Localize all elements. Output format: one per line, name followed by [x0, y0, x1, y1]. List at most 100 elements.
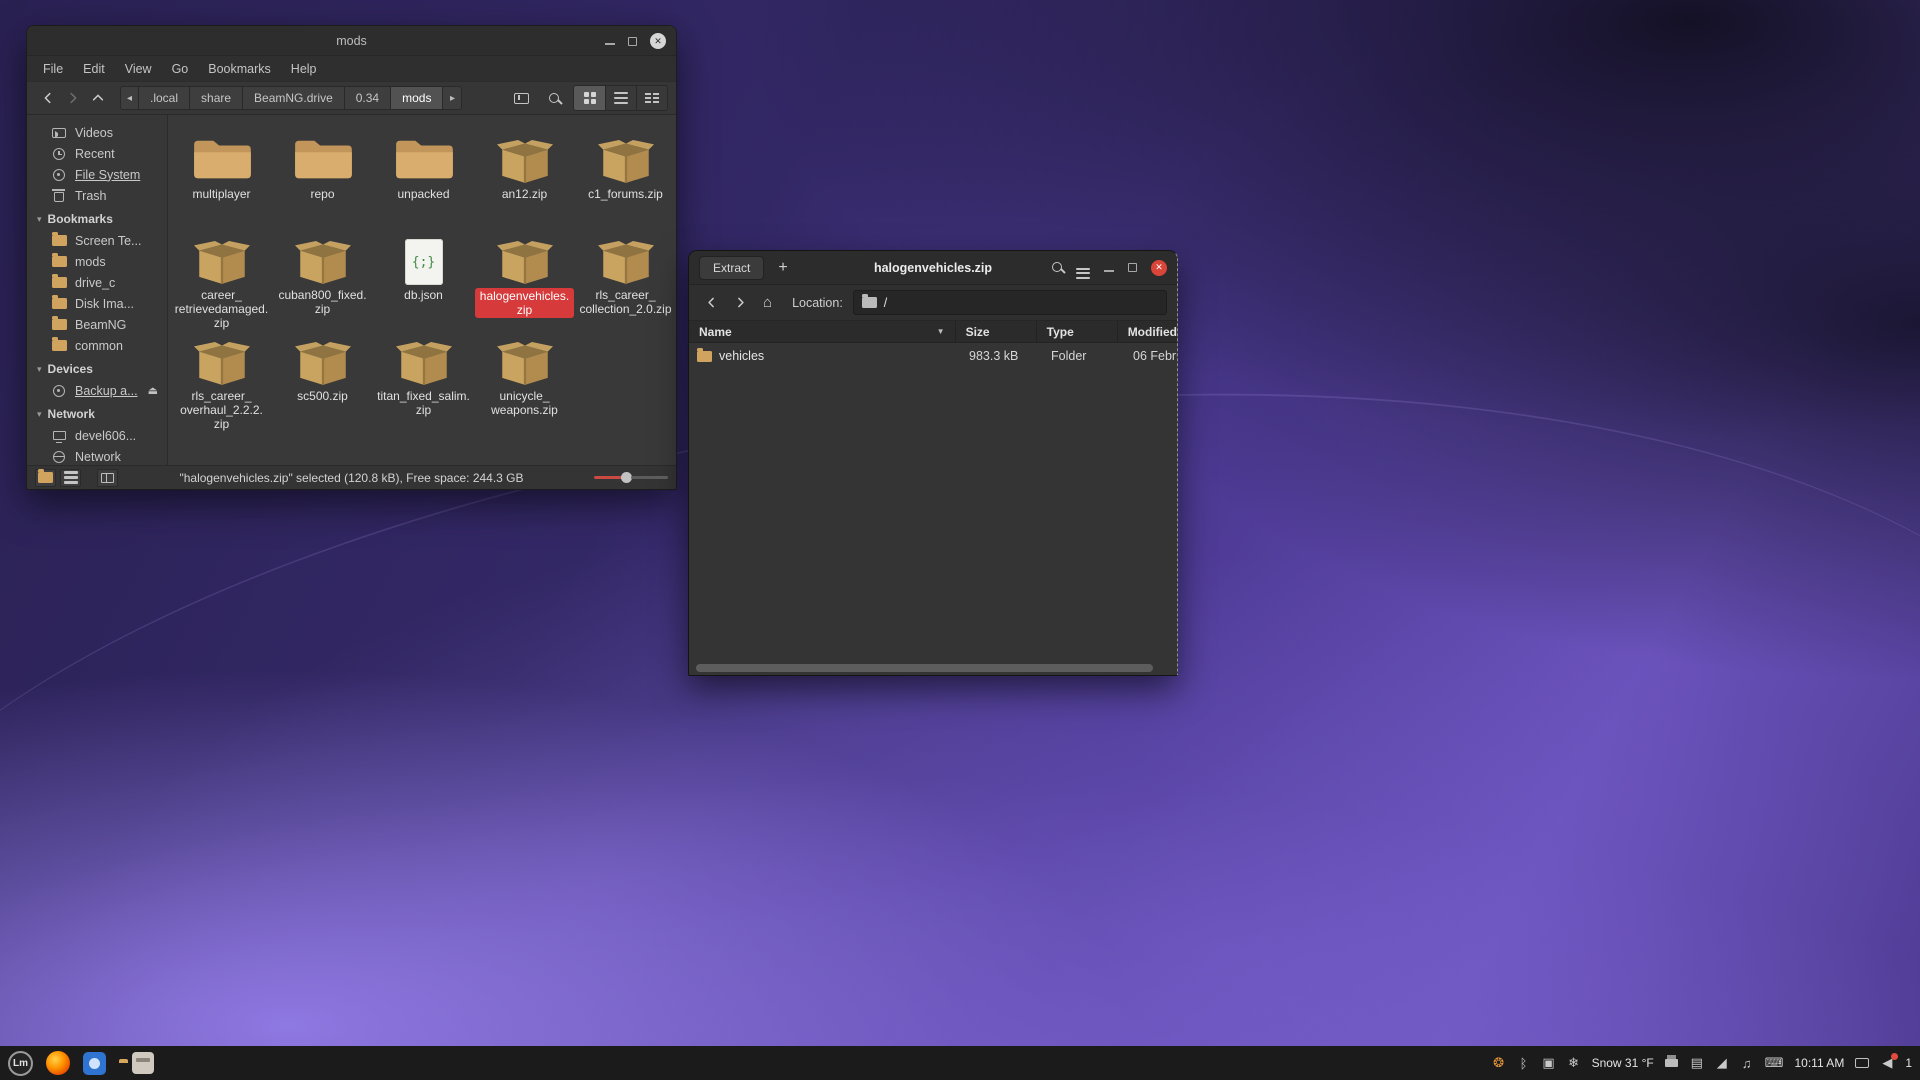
network-signal-icon[interactable]: ◢: [1715, 1055, 1729, 1071]
breadcrumb-share[interactable]: share: [190, 86, 243, 110]
column-header-type[interactable]: Type: [1037, 321, 1118, 342]
sidebar-item-disk-images[interactable]: Disk Ima...: [27, 293, 167, 314]
file-item-an12-zip[interactable]: an12.zip: [474, 128, 575, 229]
archive-window-button[interactable]: [132, 1052, 154, 1074]
music-player-icon[interactable]: ♫: [1740, 1056, 1754, 1071]
toggle-sidepane-button[interactable]: [97, 469, 118, 487]
menu-help[interactable]: Help: [281, 56, 327, 81]
column-header-size[interactable]: Size: [956, 321, 1037, 342]
file-item-cuban800-fixed-zip[interactable]: cuban800_fixed. zip: [272, 229, 373, 330]
sidebar-item-network[interactable]: Network: [27, 446, 167, 465]
keyboard-layout-icon[interactable]: ⌨: [1765, 1055, 1784, 1071]
file-item-halogenvehicles-zip-selected[interactable]: halogenvehicles. zip: [474, 229, 575, 330]
file-item-career-retrievedamaged-zip[interactable]: career_ retrievedamaged. zip: [171, 229, 272, 330]
sidebar-item-screen-te[interactable]: Screen Te...: [27, 230, 167, 251]
file-item-db-json[interactable]: {;} db.json: [373, 229, 474, 330]
location-input[interactable]: /: [853, 290, 1167, 315]
toggle-treeview-button[interactable]: [60, 469, 81, 487]
search-button[interactable]: [541, 86, 566, 111]
snowflake-icon[interactable]: ❄: [1567, 1055, 1581, 1071]
archive-back-button[interactable]: [699, 290, 724, 315]
row-name-cell: vehicles: [689, 349, 959, 363]
zoom-slider-track: [631, 476, 668, 479]
bluetooth-icon[interactable]: ᛒ: [1517, 1056, 1531, 1071]
column-header-modified[interactable]: Modified: [1118, 321, 1177, 342]
printer-icon[interactable]: [1665, 1059, 1679, 1067]
sidebar-section-bookmarks[interactable]: ▾ Bookmarks: [27, 208, 167, 230]
file-item-rls-career-overhaul-zip[interactable]: rls_career_ overhaul_2.2.2. zip: [171, 330, 272, 431]
eject-icon[interactable]: ⏏: [148, 384, 158, 397]
file-item-rls-career-collection-zip[interactable]: rls_career_ collection_2.0.zip: [575, 229, 676, 330]
file-item-unicycle-weapons-zip[interactable]: unicycle_ weapons.zip: [474, 330, 575, 431]
sidebar-item-devel606[interactable]: devel606...: [27, 425, 167, 446]
collapse-arrow-icon: ▾: [37, 409, 42, 420]
firefox-icon[interactable]: [46, 1051, 70, 1075]
weather-text[interactable]: Snow 31 °F: [1592, 1056, 1654, 1070]
toggle-location-entry-button[interactable]: [509, 86, 534, 111]
forward-button[interactable]: [60, 86, 85, 111]
shield-icon[interactable]: ▣: [1542, 1055, 1556, 1071]
clock-text[interactable]: 10:11 AM: [1795, 1056, 1845, 1070]
breadcrumb-scroll-left[interactable]: ◂: [120, 86, 139, 110]
breadcrumb-0-34[interactable]: 0.34: [345, 86, 391, 110]
file-manager-titlebar[interactable]: mods ✕: [27, 26, 676, 56]
breadcrumb-local[interactable]: .local: [139, 86, 190, 110]
archive-maximize-button[interactable]: [1128, 263, 1137, 272]
maximize-button[interactable]: [628, 37, 637, 46]
sidebar-item-videos[interactable]: Videos: [27, 122, 167, 143]
sidebar-item-trash[interactable]: Trash: [27, 185, 167, 206]
menu-go[interactable]: Go: [162, 56, 199, 81]
update-badge-count[interactable]: 1: [1905, 1056, 1912, 1070]
archive-minimize-button[interactable]: [1104, 270, 1114, 272]
menu-edit[interactable]: Edit: [73, 56, 115, 81]
scrollbar-thumb[interactable]: [696, 664, 1153, 672]
up-button[interactable]: [85, 86, 110, 111]
clipboard-icon[interactable]: ▤: [1690, 1055, 1704, 1071]
menu-file[interactable]: File: [33, 56, 73, 81]
add-files-button[interactable]: +: [774, 260, 791, 276]
home-button[interactable]: ⌂: [757, 294, 778, 311]
toggle-places-button[interactable]: [35, 469, 56, 487]
archive-forward-button[interactable]: [728, 290, 753, 315]
list-view-button[interactable]: [605, 86, 636, 110]
sidebar-item-drive-c[interactable]: drive_c: [27, 272, 167, 293]
breadcrumb-beamng-drive[interactable]: BeamNG.drive: [243, 86, 345, 110]
zoom-slider[interactable]: [594, 472, 668, 483]
mint-menu-button[interactable]: Lm: [8, 1051, 33, 1076]
breadcrumb-mods[interactable]: mods: [391, 86, 443, 110]
column-header-name[interactable]: Name ▼: [689, 321, 956, 342]
file-item-c1-forums-zip[interactable]: c1_forums.zip: [575, 128, 676, 229]
minimize-button[interactable]: [605, 43, 615, 45]
menu-view[interactable]: View: [115, 56, 162, 81]
compact-view-button[interactable]: [636, 86, 667, 110]
extract-button[interactable]: Extract: [699, 256, 764, 280]
color-applet-icon[interactable]: ❂: [1492, 1055, 1506, 1071]
file-item-sc500-zip[interactable]: sc500.zip: [272, 330, 373, 431]
sidebar-item-common[interactable]: common: [27, 335, 167, 356]
archive-close-button[interactable]: ✕: [1151, 260, 1167, 276]
sidebar-section-devices[interactable]: ▾ Devices: [27, 358, 167, 380]
file-item-repo[interactable]: repo: [272, 128, 373, 229]
display-icon[interactable]: [1855, 1058, 1869, 1068]
sidebar-item-file-system[interactable]: File System: [27, 164, 167, 185]
sidebar-section-network[interactable]: ▾ Network: [27, 403, 167, 425]
archive-row-vehicles[interactable]: vehicles 983.3 kB Folder 06 Februa: [689, 344, 1177, 368]
sidebar-item-beamng[interactable]: BeamNG: [27, 314, 167, 335]
file-item-titan-fixed-salim-zip[interactable]: titan_fixed_salim. zip: [373, 330, 474, 431]
file-item-unpacked[interactable]: unpacked: [373, 128, 474, 229]
app-launcher-icon[interactable]: [83, 1052, 106, 1075]
menu-bookmarks[interactable]: Bookmarks: [198, 56, 281, 81]
sidebar-item-recent[interactable]: Recent: [27, 143, 167, 164]
file-item-multiplayer[interactable]: multiplayer: [171, 128, 272, 229]
sidebar-item-backup[interactable]: Backup a... ⏏: [27, 380, 167, 401]
sidebar-item-mods[interactable]: mods: [27, 251, 167, 272]
horizontal-scrollbar[interactable]: [696, 663, 1153, 672]
close-button[interactable]: ✕: [650, 33, 666, 49]
archive-headerbar[interactable]: halogenvehicles.zip Extract + ✕: [689, 251, 1177, 285]
volume-notification-icon[interactable]: ◀: [1880, 1055, 1894, 1071]
archive-search-button[interactable]: [1052, 259, 1062, 277]
icon-view-button[interactable]: [574, 86, 605, 110]
archive-menu-button[interactable]: [1076, 257, 1090, 279]
breadcrumb-scroll-right[interactable]: ▸: [443, 86, 462, 110]
back-button[interactable]: [35, 86, 60, 111]
